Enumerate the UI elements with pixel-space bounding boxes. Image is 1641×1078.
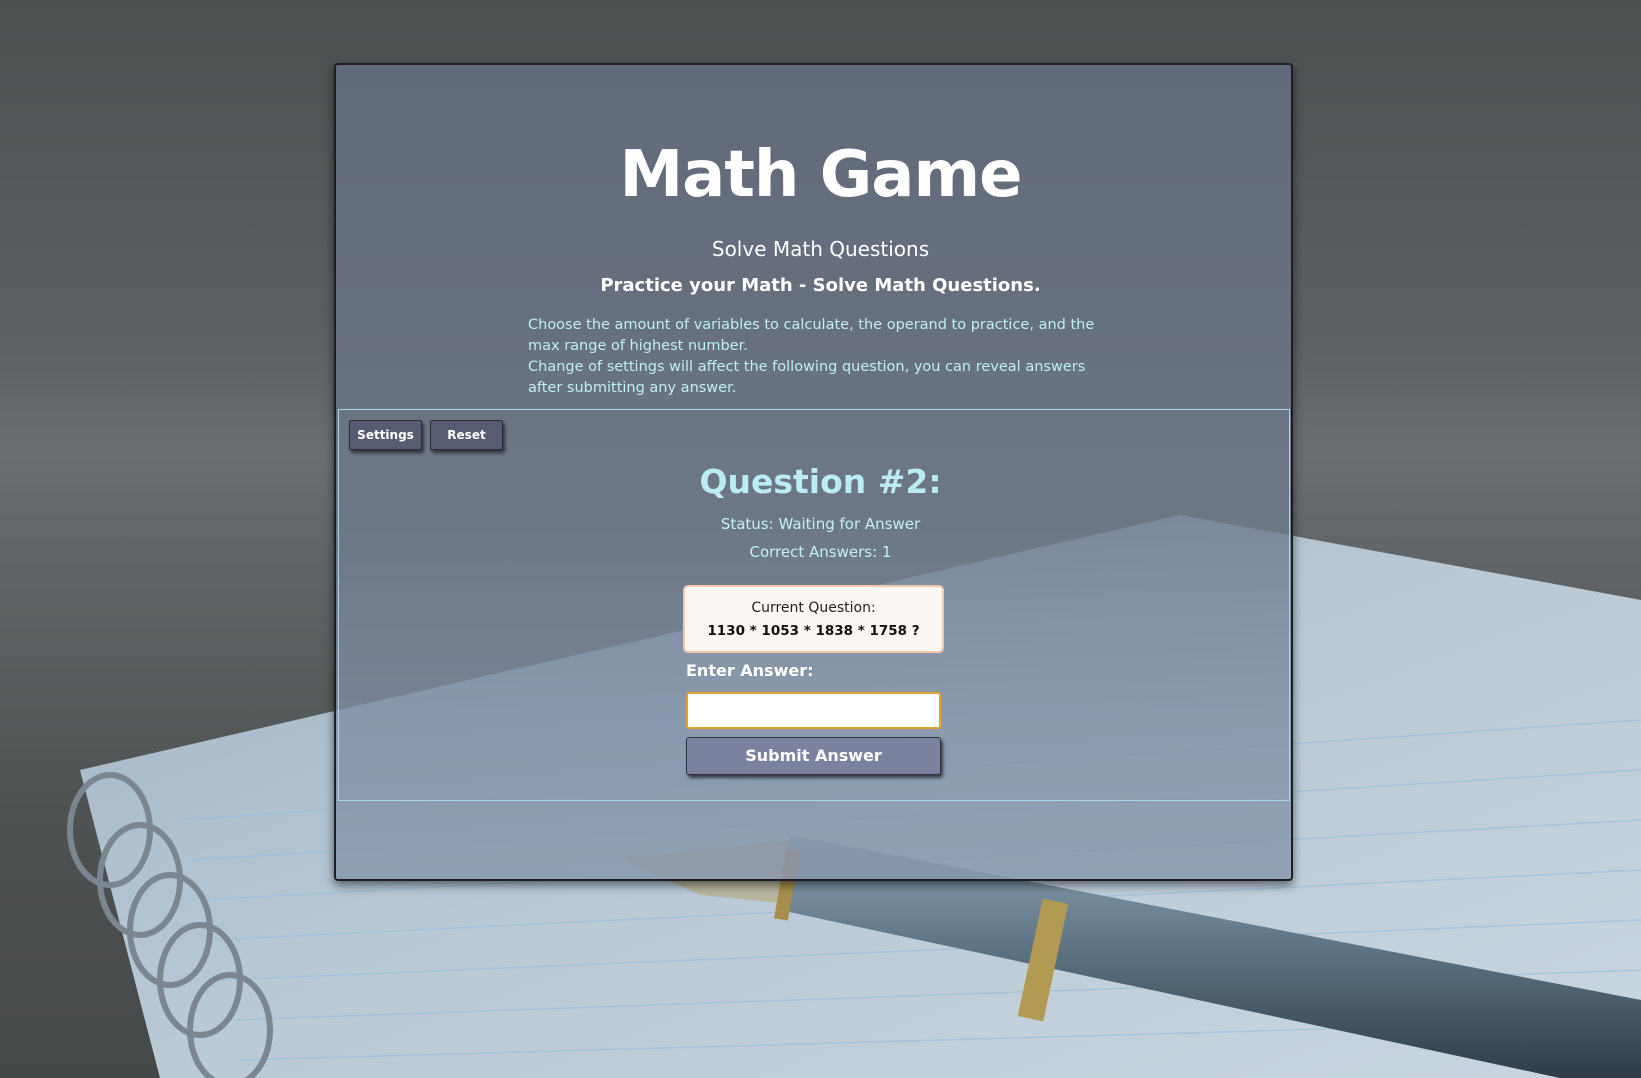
instructions: Choose the amount of variables to calcul… (528, 315, 1096, 399)
page-title: Math Game (619, 138, 1022, 212)
question-heading: Question #2: (699, 462, 942, 501)
current-question-label: Current Question: (751, 600, 876, 616)
answer-input[interactable] (686, 692, 941, 729)
correct-answers-count: Correct Answers: 1 (749, 543, 892, 561)
answer-label: Enter Answer: (686, 661, 814, 680)
current-question-box: Current Question: 1130 * 1053 * 1838 * 1… (683, 585, 944, 653)
instructions-line-2: Change of settings will affect the follo… (528, 359, 1086, 396)
page-subtitle: Solve Math Questions (711, 237, 930, 261)
status-text: Status: Waiting for Answer (720, 515, 921, 533)
tagline: Practice your Math - Solve Math Question… (600, 275, 1041, 296)
current-question-expression: 1130 * 1053 * 1838 * 1758 ? (707, 623, 920, 639)
settings-button[interactable]: Settings (349, 420, 422, 450)
submit-answer-button[interactable]: Submit Answer (686, 737, 941, 775)
reset-button[interactable]: Reset (430, 420, 503, 450)
instructions-line-1: Choose the amount of variables to calcul… (528, 317, 1095, 354)
